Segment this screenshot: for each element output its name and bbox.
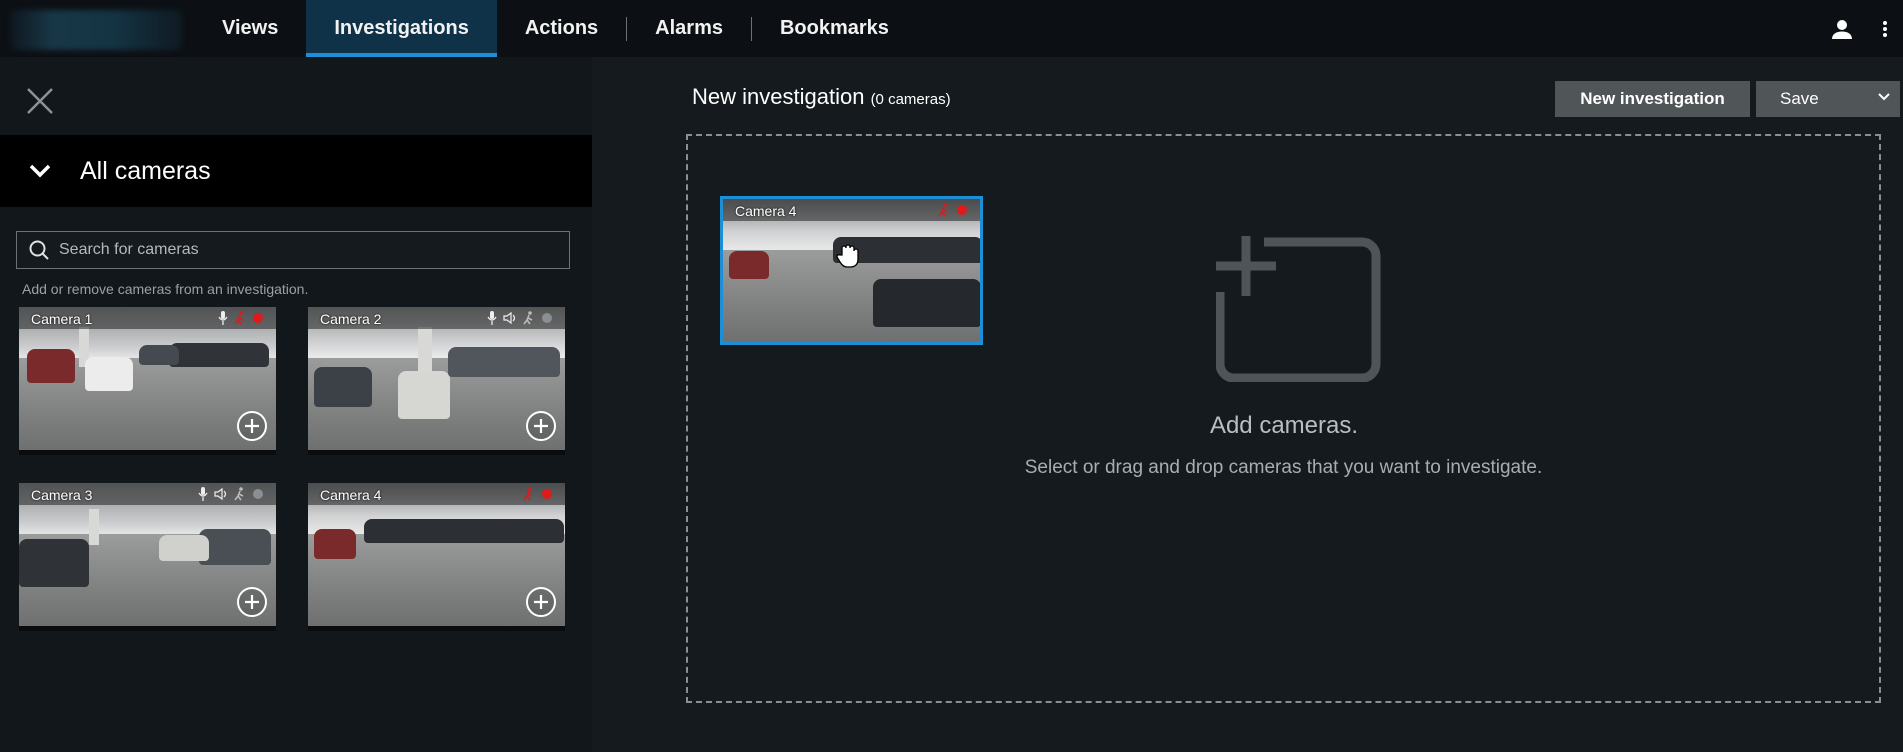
camera-name: Camera 3 xyxy=(31,487,93,503)
camera-name: Camera 4 xyxy=(320,487,382,503)
search-input[interactable] xyxy=(59,241,539,259)
save-label: Save xyxy=(1780,89,1819,108)
investigation-title: New investigation (0 cameras) xyxy=(692,84,951,110)
top-bar: Views Investigations Actions Alarms Book… xyxy=(0,0,1903,57)
add-camera-button[interactable] xyxy=(525,410,557,442)
camera-name: Camera 4 xyxy=(735,203,797,219)
investigation-name: New investigation xyxy=(692,84,865,109)
chevron-down-icon[interactable] xyxy=(0,164,80,178)
grab-cursor-icon xyxy=(836,243,860,274)
hint-text: Add or remove cameras from an investigat… xyxy=(22,281,309,297)
motion-icon xyxy=(234,487,244,501)
camera-count: (0 cameras) xyxy=(870,91,951,108)
camera-tile[interactable]: Camera 3 xyxy=(19,483,276,631)
camera-name: Camera 2 xyxy=(320,311,382,327)
camera-group-title: All cameras xyxy=(80,156,211,185)
nav-actions[interactable]: Actions xyxy=(497,0,626,57)
recording-dot-icon xyxy=(253,313,263,323)
motion-icon xyxy=(938,203,948,217)
camera-tile[interactable]: Camera 2 xyxy=(308,307,565,455)
more-vertical-icon[interactable] xyxy=(1867,0,1903,57)
recording-dot-icon xyxy=(542,489,552,499)
nav-alarms[interactable]: Alarms xyxy=(627,0,751,57)
camera-group-header[interactable]: All cameras xyxy=(0,135,592,207)
add-camera-placeholder-icon xyxy=(1215,236,1384,387)
recording-dot-icon xyxy=(542,313,552,323)
motion-icon xyxy=(523,311,533,325)
company-logo xyxy=(10,10,182,50)
chevron-down-icon[interactable] xyxy=(1878,92,1890,102)
recording-dot-icon xyxy=(253,489,263,499)
microphone-icon xyxy=(487,311,497,325)
camera-tile[interactable]: Camera 4 xyxy=(308,483,565,631)
recording-dot-icon xyxy=(957,205,967,215)
camera-panel: All cameras Add or remove cameras from a… xyxy=(0,57,592,752)
nav-views[interactable]: Views xyxy=(194,0,306,57)
close-icon[interactable] xyxy=(24,85,56,117)
main-nav: Views Investigations Actions Alarms Book… xyxy=(194,0,917,57)
new-investigation-button[interactable]: New investigation xyxy=(1555,81,1750,117)
camera-tile[interactable]: Camera 1 xyxy=(19,307,276,455)
add-camera-button[interactable] xyxy=(525,586,557,618)
speaker-icon xyxy=(503,311,516,325)
speaker-icon xyxy=(214,487,227,501)
search-field[interactable] xyxy=(16,231,570,269)
microphone-icon xyxy=(218,311,228,325)
motion-icon xyxy=(523,487,533,501)
add-camera-button[interactable] xyxy=(236,410,268,442)
camera-name: Camera 1 xyxy=(31,311,93,327)
save-button[interactable]: Save xyxy=(1756,81,1900,117)
add-camera-button[interactable] xyxy=(236,586,268,618)
motion-icon xyxy=(234,311,244,325)
user-icon[interactable] xyxy=(1817,0,1867,57)
nav-investigations[interactable]: Investigations xyxy=(306,0,498,57)
microphone-icon xyxy=(198,487,208,501)
nav-bookmarks[interactable]: Bookmarks xyxy=(752,0,917,57)
search-icon xyxy=(29,240,49,260)
